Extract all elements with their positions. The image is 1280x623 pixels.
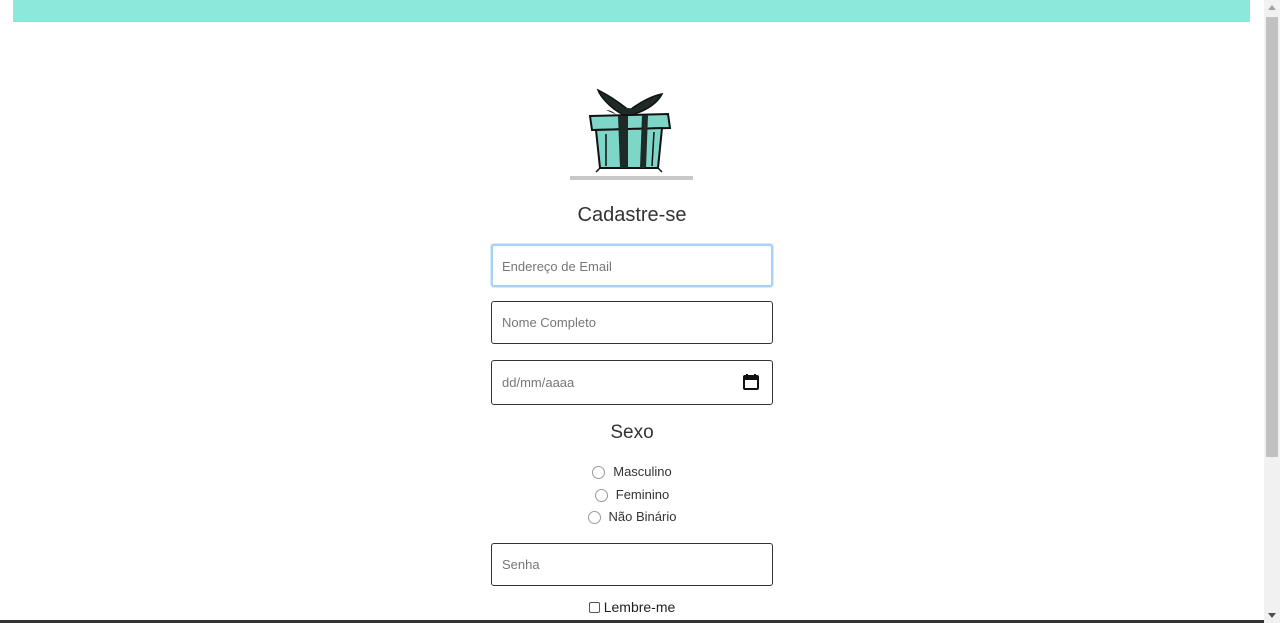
email-placeholder: Endereço de Email: [502, 259, 612, 274]
gender-option-label: Feminino: [615, 487, 670, 502]
gift-box-icon: [588, 88, 672, 173]
remember-label: Lembre-me: [603, 599, 676, 615]
full-name-field[interactable]: Nome Completo: [491, 301, 773, 344]
scrollbar-thumb[interactable]: [1266, 17, 1278, 457]
birth-date-field[interactable]: dd/mm/aaaa: [491, 360, 773, 405]
calendar-icon[interactable]: [743, 374, 759, 390]
radio-button[interactable]: [592, 465, 606, 479]
gender-option-label: Masculino: [613, 464, 672, 479]
remember-checkbox[interactable]: [588, 601, 600, 613]
page-title: Cadastre-se: [577, 204, 687, 226]
birth-date-placeholder: dd/mm/aaaa: [502, 375, 575, 390]
gender-option-masculino[interactable]: Masculino: [491, 462, 773, 482]
radio-button[interactable]: [594, 488, 608, 502]
logo-underline: [570, 176, 693, 180]
gift-logo: [570, 86, 693, 181]
gender-label: Sexo: [610, 422, 654, 443]
gender-option-feminino[interactable]: Feminino: [491, 485, 773, 505]
remember-me[interactable]: Lembre-me: [491, 598, 773, 617]
radio-button[interactable]: [587, 510, 601, 524]
scroll-up-icon[interactable]: [1268, 5, 1276, 10]
full-name-placeholder: Nome Completo: [502, 315, 596, 330]
gender-option-label: Não Binário: [608, 509, 677, 524]
vertical-scrollbar[interactable]: [1264, 0, 1280, 623]
email-field[interactable]: Endereço de Email: [491, 244, 773, 287]
scroll-down-icon[interactable]: [1268, 613, 1276, 618]
password-placeholder: Senha: [502, 557, 540, 572]
gender-option-nao-binario[interactable]: Não Binário: [491, 507, 773, 527]
password-field[interactable]: Senha: [491, 543, 773, 586]
top-header-bar: [13, 0, 1250, 22]
